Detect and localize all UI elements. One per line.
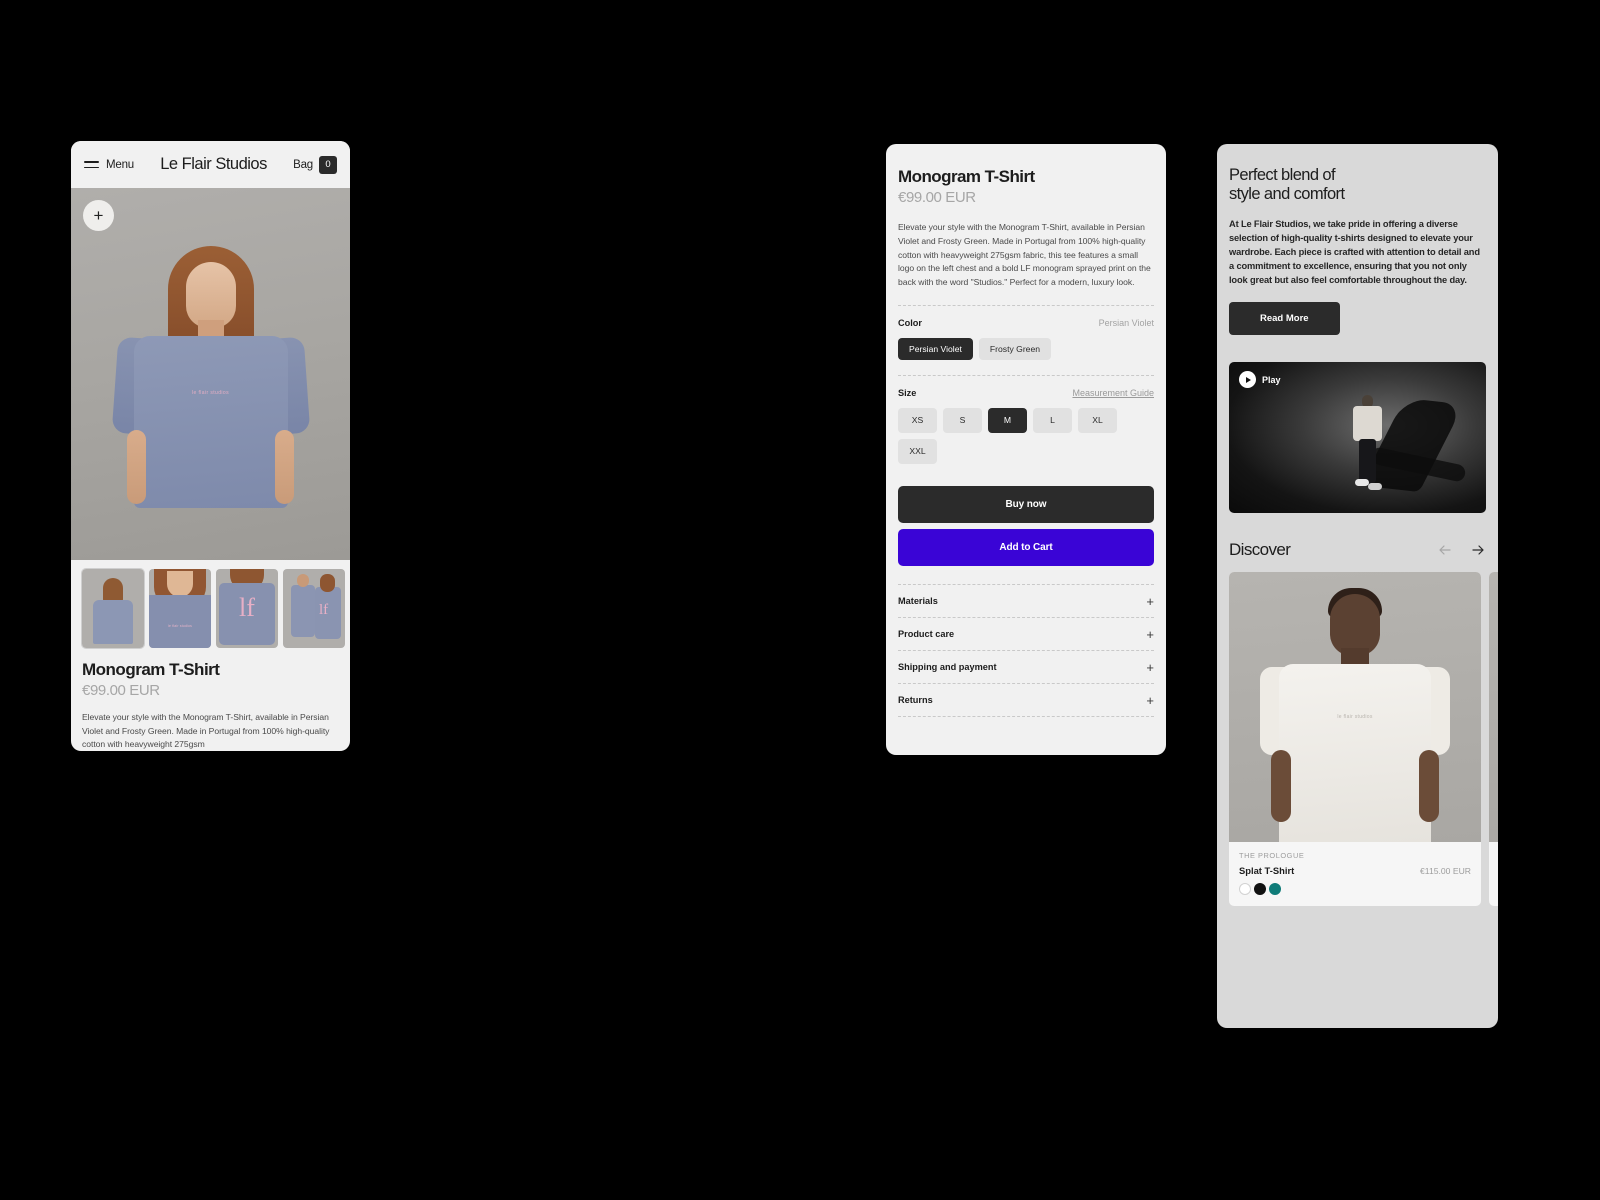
size-option-m[interactable]: M — [988, 408, 1027, 433]
thumbnail-2[interactable]: le flair studios — [149, 569, 211, 648]
options-product-title: Monogram T-Shirt — [898, 167, 1035, 186]
product-card-image: le flair studios — [1489, 572, 1498, 843]
size-option-s[interactable]: S — [943, 408, 982, 433]
swatch-black[interactable] — [1254, 883, 1266, 896]
product-card-name: Splat T-Shirt — [1239, 865, 1295, 877]
size-option-l[interactable]: L — [1033, 408, 1072, 433]
product-summary: Monogram T-Shirt €99.00 EUR Elevate your… — [71, 654, 350, 751]
accordion-label: Materials — [898, 596, 938, 607]
menu-button[interactable]: Menu — [84, 159, 134, 171]
measurement-guide-link[interactable]: Measurement Guide — [1072, 388, 1154, 398]
about-section: Perfect blend of style and comfort At Le… — [1217, 144, 1498, 336]
bag-button[interactable]: Bag 0 — [293, 155, 337, 174]
swatch-teal[interactable] — [1269, 883, 1281, 896]
read-more-button[interactable]: Read More — [1229, 302, 1340, 336]
bag-count-badge: 0 — [318, 155, 337, 174]
swatch-white[interactable] — [1239, 883, 1251, 896]
play-label: Play — [1262, 374, 1281, 385]
product-card-image: le flair studios — [1229, 572, 1481, 843]
hamburger-icon — [84, 160, 99, 169]
product-description: Elevate your style with the Monogram T-S… — [82, 712, 330, 750]
accordion-label: Returns — [898, 695, 933, 706]
size-option-xs[interactable]: XS — [898, 408, 937, 433]
about-heading-line1: Perfect blend of — [1229, 166, 1336, 184]
plus-icon: + — [1146, 626, 1154, 642]
thumbnail-1[interactable] — [81, 568, 145, 649]
size-label: Size — [898, 388, 917, 399]
expand-image-button[interactable]: + — [83, 200, 114, 231]
video-player[interactable]: Play — [1229, 362, 1486, 514]
product-card[interactable]: le flair studios THE PROLOGUE Splat T-Sh… — [1489, 572, 1498, 907]
site-header: Menu Le Flair Studios Bag 0 — [71, 141, 350, 188]
arrow-right-icon[interactable] — [1470, 542, 1486, 558]
product-hero-image[interactable]: + le flair studios — [71, 188, 350, 560]
color-option-frosty-green[interactable]: Frosty Green — [978, 337, 1052, 361]
arrow-left-icon[interactable] — [1437, 542, 1453, 558]
accordion-item-materials[interactable]: Materials + — [898, 583, 1154, 617]
site-logo[interactable]: Le Flair Studios — [160, 155, 267, 174]
monogram-glyph-2: lf — [319, 602, 329, 618]
size-option-xxl[interactable]: XXL — [898, 438, 937, 464]
thumb-chest-logo: le flair studios — [168, 624, 192, 628]
color-selected-value: Persian Violet — [1098, 317, 1154, 328]
thumbnail-4[interactable]: lf — [283, 569, 345, 648]
plus-icon: + — [1146, 692, 1154, 708]
card-chest-logo: le flair studios — [1337, 714, 1373, 721]
about-heading-line2: style and comfort — [1229, 184, 1345, 203]
chest-logo-text: le flair studios — [192, 390, 229, 396]
about-and-discover-panel: Perfect blend of style and comfort At Le… — [1217, 144, 1498, 1028]
product-card-swatches — [1239, 883, 1471, 896]
product-price: €99.00 EUR — [82, 682, 160, 699]
product-title: Monogram T-Shirt — [82, 660, 220, 679]
product-card-brand: THE PROLOGUE — [1239, 851, 1305, 861]
accordion-item-returns[interactable]: Returns + — [898, 682, 1154, 717]
plus-icon: + — [1146, 593, 1154, 609]
size-section-header: Size Measurement Guide — [898, 388, 1154, 398]
play-icon — [1239, 371, 1256, 389]
carousel-controls — [1437, 542, 1486, 558]
plus-icon: + — [1146, 659, 1154, 675]
discover-carousel[interactable]: le flair studios THE PROLOGUE Splat T-Sh… — [1217, 572, 1498, 907]
play-button[interactable]: Play — [1239, 371, 1281, 389]
thumbnail-strip: le flair studios lf lf — [71, 560, 350, 654]
menu-label: Menu — [106, 158, 134, 171]
divider — [898, 304, 1154, 306]
monogram-glyph: lf — [239, 593, 255, 622]
size-options: XS S M L XL XXL — [898, 408, 1154, 464]
color-options: Persian Violet Frosty Green — [898, 337, 1154, 361]
accordion-item-product-care[interactable]: Product care + — [898, 616, 1154, 650]
about-body: At Le Flair Studios, we take pride in of… — [1229, 218, 1480, 286]
color-label: Color — [898, 317, 922, 328]
color-section-header: Color Persian Violet — [898, 318, 1154, 328]
product-card-meta: THE PROLOGUE Splat T-Shirt €115.00 EUR — [1229, 842, 1481, 906]
thumbnail-3[interactable]: lf — [216, 569, 278, 648]
divider — [898, 375, 1154, 377]
options-product-price: €99.00 EUR — [898, 189, 976, 206]
size-option-xl[interactable]: XL — [1078, 408, 1117, 433]
about-heading: Perfect blend of style and comfort — [1229, 166, 1486, 204]
product-options-panel: Monogram T-Shirt €99.00 EUR Elevate your… — [886, 144, 1166, 755]
discover-title: Discover — [1229, 540, 1291, 560]
options-product-description: Elevate your style with the Monogram T-S… — [898, 222, 1151, 287]
product-card[interactable]: le flair studios THE PROLOGUE Splat T-Sh… — [1229, 572, 1481, 907]
product-card-price: €115.00 EUR — [1420, 866, 1471, 877]
screen: Menu Le Flair Studios Bag 0 + le flair s… — [0, 0, 1600, 1200]
color-option-persian-violet[interactable]: Persian Violet — [898, 337, 973, 361]
discover-header: Discover — [1217, 540, 1498, 560]
add-to-cart-button[interactable]: Add to Cart — [898, 528, 1154, 566]
product-accordion: Materials + Product care + Shipping and … — [898, 583, 1154, 717]
buy-now-button[interactable]: Buy now — [898, 485, 1154, 523]
bag-label: Bag — [293, 158, 313, 171]
accordion-item-shipping-and-payment[interactable]: Shipping and payment + — [898, 649, 1154, 683]
model-illustration: le flair studios — [71, 188, 350, 560]
accordion-label: Shipping and payment — [898, 662, 997, 673]
accordion-label: Product care — [898, 629, 955, 640]
product-card-meta: THE PROLOGUE Splat T-Shirt €115.00 EUR — [1489, 842, 1498, 906]
mobile-product-panel: Menu Le Flair Studios Bag 0 + le flair s… — [71, 141, 350, 751]
